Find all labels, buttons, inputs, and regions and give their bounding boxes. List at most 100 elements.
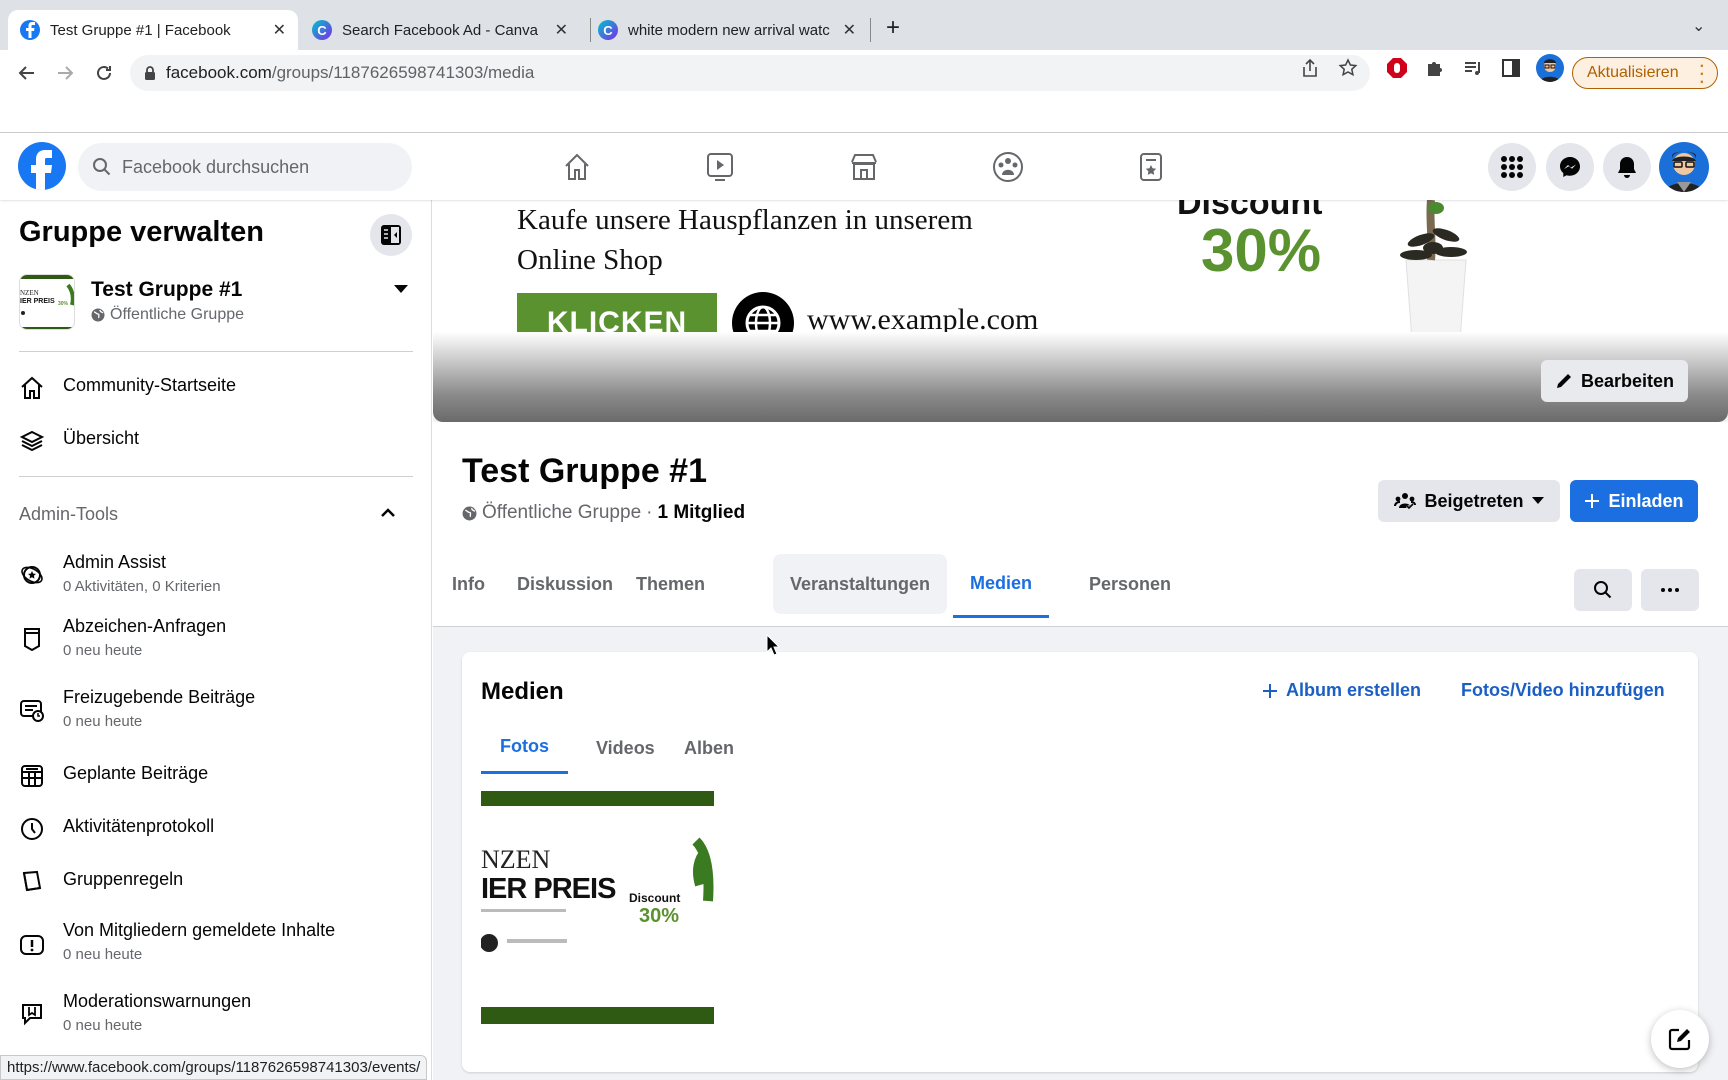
- watch-icon: [707, 153, 733, 181]
- media-tab-videos[interactable]: Videos: [577, 722, 674, 774]
- sidebar-group-privacy: Öffentliche Gruppe: [91, 306, 244, 324]
- search-icon: [1594, 581, 1612, 599]
- menu-button[interactable]: [1488, 143, 1536, 191]
- close-tab-icon[interactable]: ✕: [273, 20, 286, 40]
- nav-gaming[interactable]: [1131, 147, 1171, 187]
- profile-avatar[interactable]: [1659, 142, 1709, 192]
- close-tab-icon[interactable]: ✕: [555, 20, 568, 40]
- new-message-button[interactable]: [1651, 1010, 1709, 1068]
- group-switcher-caret-icon[interactable]: [393, 284, 409, 294]
- members-check-icon: [1394, 493, 1417, 510]
- more-options-button[interactable]: [1641, 569, 1699, 611]
- reload-button[interactable]: [91, 60, 117, 86]
- collapse-panel-icon: [381, 225, 401, 245]
- facebook-search-input[interactable]: Facebook durchsuchen: [78, 143, 412, 191]
- ellipsis-icon: [1661, 588, 1679, 592]
- browser-tab-facebook[interactable]: Test Gruppe #1 | Facebook ✕: [8, 10, 298, 50]
- sidebar-item-overview[interactable]: Übersicht: [19, 428, 413, 454]
- media-photo-thumbnail[interactable]: NZEN IER PREIS Discount 30%: [481, 791, 714, 1024]
- collapse-section-chevron-icon[interactable]: [380, 506, 396, 518]
- sidebar-divider: [19, 476, 413, 477]
- tab-topics[interactable]: Themen: [619, 552, 722, 616]
- group-search-button[interactable]: [1574, 569, 1632, 611]
- kebab-menu-icon: · · ·: [1699, 58, 1705, 91]
- admin-tools-heading: Admin-Tools: [19, 504, 119, 524]
- tab-search-chevron-icon[interactable]: ⌄: [1692, 16, 1705, 36]
- facebook-f-icon: [31, 150, 52, 190]
- sidebar-item-community-home[interactable]: Community-Startseite: [19, 375, 413, 401]
- tab-people[interactable]: Personen: [1072, 552, 1188, 616]
- photo-discount-label: Discount: [629, 891, 681, 905]
- sidebar-item-scheduled-posts[interactable]: Geplante Beiträge: [19, 763, 413, 789]
- messenger-button[interactable]: [1546, 143, 1594, 191]
- sidebar-group-name[interactable]: Test Gruppe #1: [91, 278, 242, 302]
- media-card: Medien Album erstellen Fotos/Video hinzu…: [462, 652, 1698, 1072]
- plus-icon: [1263, 683, 1277, 698]
- share-icon[interactable]: [1298, 56, 1322, 80]
- sidebar-item-pending-posts[interactable]: Freizugebende Beiträge 0 neu heute: [19, 687, 413, 730]
- joined-dropdown-button[interactable]: Beigetreten: [1378, 480, 1560, 522]
- extensions-puzzle-icon[interactable]: [1423, 56, 1447, 80]
- sidebar-item-activity-log[interactable]: Aktivitätenprotokoll: [19, 816, 413, 842]
- create-album-link[interactable]: Album erstellen: [1262, 680, 1421, 701]
- address-bar[interactable]: facebook.com/groups/1187626598741303/med…: [130, 55, 1370, 91]
- compose-icon: [1668, 1028, 1691, 1051]
- add-photos-videos-link[interactable]: Fotos/Video hinzufügen: [1461, 680, 1665, 701]
- search-icon: [93, 158, 111, 176]
- nav-marketplace[interactable]: [844, 147, 884, 187]
- tab-info[interactable]: Info: [435, 552, 502, 616]
- photo-text-line2: IER PREIS: [481, 873, 616, 905]
- sidebar-item-badge-requests[interactable]: Abzeichen-Anfragen 0 neu heute: [19, 616, 413, 659]
- edit-cover-button[interactable]: Bearbeiten: [1541, 360, 1689, 402]
- home-icon: [19, 375, 45, 401]
- gaming-icon: [1140, 153, 1162, 181]
- back-button[interactable]: [14, 60, 40, 86]
- tab-discussion[interactable]: Diskussion: [500, 552, 630, 616]
- member-count-link[interactable]: 1 Mitglied: [657, 502, 745, 524]
- notifications-button[interactable]: [1603, 143, 1651, 191]
- svg-text:IER PREIS: IER PREIS: [20, 298, 55, 305]
- pencil-icon: [1557, 374, 1571, 388]
- sidebar-item-admin-assist[interactable]: Admin Assist 0 Aktivitäten, 0 Kriterien: [19, 552, 413, 595]
- admin-assist-icon: [19, 562, 45, 588]
- nav-watch[interactable]: [700, 147, 740, 187]
- browser-toolbar: facebook.com/groups/1187626598741303/med…: [0, 50, 1728, 96]
- browser-tab-canva-design[interactable]: C white modern new arrival watc ✕: [586, 10, 868, 50]
- collapse-sidebar-button[interactable]: [370, 214, 412, 256]
- notifications-bell-icon: [1618, 157, 1636, 178]
- tab-media[interactable]: Medien: [953, 552, 1050, 618]
- calendar-icon: [19, 763, 45, 789]
- back-arrow-icon: [18, 66, 34, 80]
- browser-tab-canva-search[interactable]: C Search Facebook Ad - Canva ✕: [300, 10, 580, 50]
- new-tab-button[interactable]: +: [886, 14, 900, 42]
- home-icon: [565, 153, 589, 180]
- group-thumbnail[interactable]: NZEN IER PREIS 30%: [19, 274, 75, 330]
- tab-separator: [870, 18, 871, 42]
- nav-home[interactable]: [557, 147, 597, 187]
- facebook-logo[interactable]: [18, 142, 66, 190]
- globe-icon: [462, 506, 477, 520]
- report-icon: [19, 932, 45, 958]
- canva-icon: C: [312, 20, 332, 40]
- cover-gradient: [433, 332, 1728, 422]
- globe-icon: [91, 308, 105, 322]
- svg-text:NZEN: NZEN: [20, 289, 39, 297]
- bookmark-star-icon[interactable]: [1336, 56, 1360, 80]
- invite-button[interactable]: Einladen: [1570, 480, 1698, 522]
- update-browser-button[interactable]: Aktualisieren · · ·: [1572, 57, 1718, 91]
- sidebar-item-member-reported-content[interactable]: Von Mitgliedern gemeldete Inhalte 0 neu h…: [19, 920, 413, 963]
- media-title: Medien: [481, 678, 564, 705]
- tab-events[interactable]: Veranstaltungen: [773, 554, 948, 614]
- side-panel-icon[interactable]: [1499, 56, 1523, 80]
- media-control-icon[interactable]: [1461, 56, 1485, 80]
- media-tab-albums[interactable]: Alben: [665, 722, 753, 774]
- profile-picture: [1665, 151, 1703, 192]
- media-tab-photos[interactable]: Fotos: [481, 722, 568, 774]
- adblock-extension-icon[interactable]: [1385, 56, 1409, 80]
- forward-button[interactable]: [52, 60, 78, 86]
- close-tab-icon[interactable]: ✕: [843, 20, 856, 40]
- nav-groups[interactable]: [988, 147, 1028, 187]
- sidebar-item-group-rules[interactable]: Gruppenregeln: [19, 869, 413, 895]
- browser-profile-avatar[interactable]: [1536, 54, 1564, 82]
- sidebar-item-moderation-alerts[interactable]: Moderationswarnungen 0 neu heute: [19, 991, 413, 1034]
